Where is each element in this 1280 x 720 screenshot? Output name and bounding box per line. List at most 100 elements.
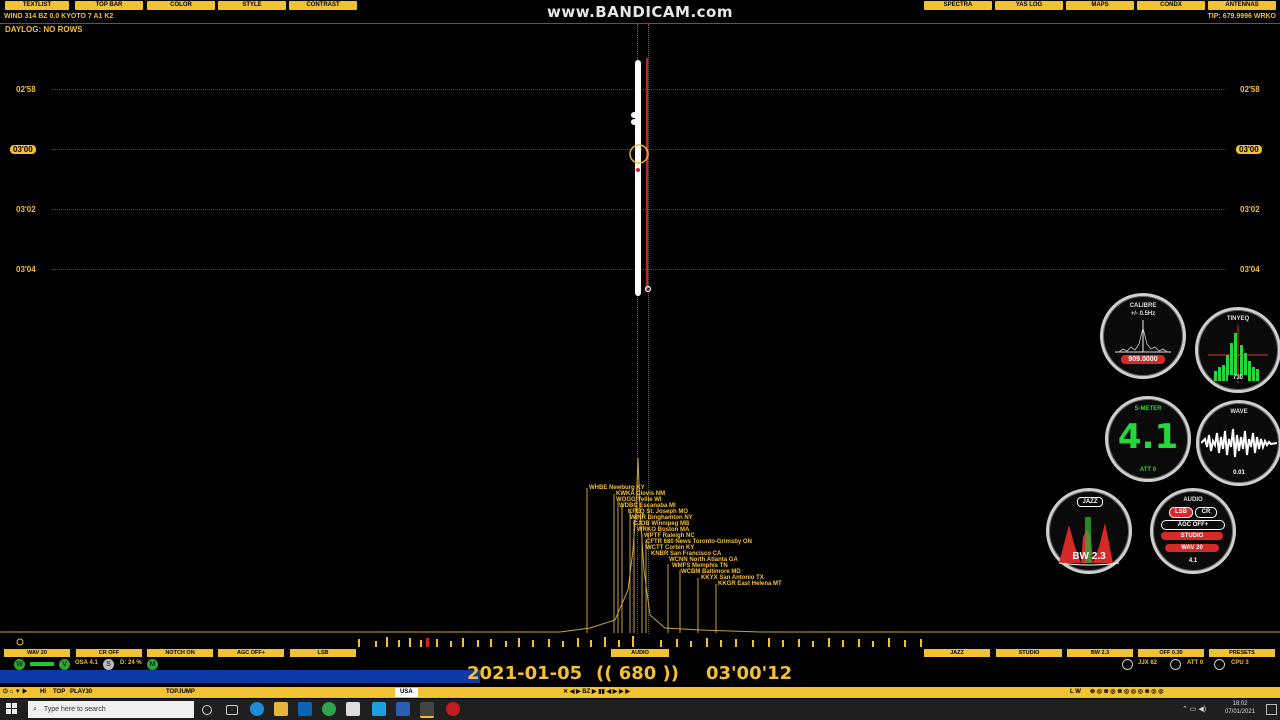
time-label-left-current: 03'00: [10, 145, 36, 154]
jazz-title: JAZZ: [1077, 497, 1103, 507]
audio-cr[interactable]: CR: [1195, 507, 1217, 518]
style-button[interactable]: STYLE: [218, 1, 286, 10]
outlook-icon[interactable]: [298, 702, 312, 716]
right-tool-icons[interactable]: ⊗ ◎ ⊗ ◎ ⊗ ◎ ◎ ◎ ⊗ ◎ ◎: [1090, 688, 1163, 697]
smeter-title: S-METER: [1134, 406, 1162, 412]
frequency-scale[interactable]: [0, 634, 1280, 648]
color-button[interactable]: COLOR: [147, 1, 215, 10]
audio-wav[interactable]: WAV 20: [1165, 544, 1219, 552]
progress-bar[interactable]: [0, 670, 480, 683]
tray-icons[interactable]: ⌃ ▭ ◀): [1182, 705, 1206, 713]
smeter-att: ATT 0: [1139, 467, 1157, 473]
yaslog-button[interactable]: YAS LOG: [995, 1, 1063, 10]
play-controls-icon[interactable]: ⏻ ⌂ ▼ ▶: [3, 688, 27, 697]
v-status-icon[interactable]: V: [59, 659, 70, 670]
radio-app-icon[interactable]: [420, 702, 434, 718]
cpu-icon[interactable]: [1214, 659, 1225, 670]
notch-button[interactable]: NOTCH ON: [147, 649, 213, 657]
carrier-trace: [629, 58, 652, 296]
space-weather-status: WIND 314 BZ 0.0 KYOTO 7 A1 K2: [4, 13, 114, 20]
topjump-label[interactable]: TOPJUMP: [166, 688, 195, 697]
tinyeq-title: TINYEQ: [1226, 316, 1250, 322]
jx-status: JJX 62: [1138, 660, 1158, 666]
frequency-display[interactable]: (( 680 )): [596, 663, 679, 684]
time-label-right: 03'04: [1240, 265, 1260, 274]
windows-taskbar: ⌕ Type here to search ⌃ ▭ ◀) 18:02 07/01…: [0, 699, 1280, 720]
windows-start-icon[interactable]: [6, 703, 18, 715]
tinyeq-value: 730: [1228, 375, 1248, 381]
region-select[interactable]: USA: [395, 688, 418, 697]
audio-studio[interactable]: STUDIO: [1161, 532, 1223, 540]
audio-button[interactable]: AUDIO: [611, 649, 669, 657]
m-status-icon[interactable]: M: [147, 659, 158, 670]
lw-label[interactable]: L W: [1070, 688, 1081, 697]
time-display: 03'00'12: [706, 663, 793, 684]
play-label[interactable]: PLAY30: [70, 688, 92, 697]
s-status-icon[interactable]: S: [103, 659, 114, 670]
w-status-icon[interactable]: W: [14, 659, 25, 670]
transport-icons[interactable]: ✕ ◀ ▶ BZ ▶ ▮▮ ◀ ▶ ▶ ▶: [563, 688, 630, 697]
file-explorer-icon[interactable]: [274, 702, 288, 716]
taskbar-search[interactable]: ⌕ Type here to search: [28, 701, 194, 718]
att-status: ATT 0: [1187, 660, 1204, 666]
calibre-spectrum: [1115, 320, 1171, 353]
cpu-status: CPU 3: [1231, 660, 1249, 666]
gear-icon[interactable]: [1122, 659, 1133, 670]
word-icon[interactable]: [396, 702, 410, 716]
wav-button[interactable]: WAV 20: [4, 649, 70, 657]
level-indicator: [30, 662, 54, 666]
wave-gauge[interactable]: WAVE 0.01: [1196, 400, 1280, 486]
time-label-right-current: 03'00: [1236, 145, 1262, 154]
spectra-button[interactable]: SPECTRA: [924, 1, 992, 10]
cortana-icon[interactable]: [202, 705, 212, 715]
d-status: D: 24 %: [120, 660, 142, 666]
top-label[interactable]: TOP: [53, 688, 65, 697]
clock-time[interactable]: 18:02: [1222, 701, 1258, 707]
search-icon: ⌕: [33, 706, 37, 713]
bandicam-icon[interactable]: [446, 702, 460, 716]
date-display: 2021-01-05: [467, 663, 583, 684]
audio-lsb[interactable]: LSB: [1169, 507, 1193, 518]
contrast-button[interactable]: CONTRAST: [289, 1, 357, 10]
wave-value: 0.01: [1233, 470, 1245, 476]
calibre-gauge[interactable]: CALIBRE +/- 0.5Hz 909.0000: [1100, 293, 1186, 379]
hi-label: HI: [40, 689, 46, 695]
audio-gauge[interactable]: AUDIO LSB CR AGC OFF+ STUDIO WAV 20 4.1: [1150, 488, 1236, 574]
chrome-icon[interactable]: [322, 702, 336, 716]
jazz-button[interactable]: JAZZ: [924, 649, 990, 657]
presets-button[interactable]: PRESETS: [1209, 649, 1275, 657]
audio-title: AUDIO: [1183, 497, 1203, 503]
bw-button[interactable]: BW 2.3: [1067, 649, 1133, 657]
tip-status: TIP: 679.9996 WRKO: [1207, 13, 1276, 20]
lsb-button[interactable]: LSB: [290, 649, 356, 657]
topbar-button[interactable]: TOP BAR: [75, 1, 143, 10]
time-label-left: 03'04: [16, 265, 36, 274]
att-icon[interactable]: [1170, 659, 1181, 670]
app-icon[interactable]: [346, 702, 360, 716]
agc-button[interactable]: AGC OFF+: [218, 649, 284, 657]
station-label[interactable]: KKGR East Helena MT: [718, 581, 782, 587]
task-view-icon[interactable]: [226, 705, 238, 715]
jazz-gauge[interactable]: JAZZ BW 2.3: [1046, 488, 1132, 574]
clock-date[interactable]: 07/01/2021: [1218, 709, 1262, 715]
wave-form: [1201, 428, 1277, 458]
studio-button[interactable]: STUDIO: [996, 649, 1062, 657]
search-placeholder: Type here to search: [43, 706, 106, 713]
cr-button[interactable]: CR OFF: [76, 649, 142, 657]
audio-agc[interactable]: AGC OFF+: [1161, 520, 1225, 530]
daylog-label: DAYLOG: NO ROWS: [5, 25, 83, 34]
calibre-sub: +/- 0.5Hz: [1130, 311, 1156, 317]
wave-title: WAVE: [1230, 409, 1248, 415]
time-label-right: 02'58: [1240, 85, 1260, 94]
condx-button[interactable]: CONDX: [1137, 1, 1205, 10]
edge-icon[interactable]: [250, 702, 264, 716]
antennas-button[interactable]: ANTENNAS: [1208, 1, 1276, 10]
skype-icon[interactable]: [372, 702, 386, 716]
maps-button[interactable]: MAPS: [1066, 1, 1134, 10]
textlist-button[interactable]: TEXTLIST: [5, 1, 69, 10]
audio-value: 4.1: [1188, 558, 1198, 564]
tinyeq-gauge[interactable]: TINYEQ 730: [1195, 307, 1280, 393]
off-button[interactable]: OFF 0.30: [1138, 649, 1204, 657]
notification-icon[interactable]: [1266, 704, 1277, 715]
smeter-gauge[interactable]: S-METER 4.1 ATT 0: [1105, 396, 1191, 482]
